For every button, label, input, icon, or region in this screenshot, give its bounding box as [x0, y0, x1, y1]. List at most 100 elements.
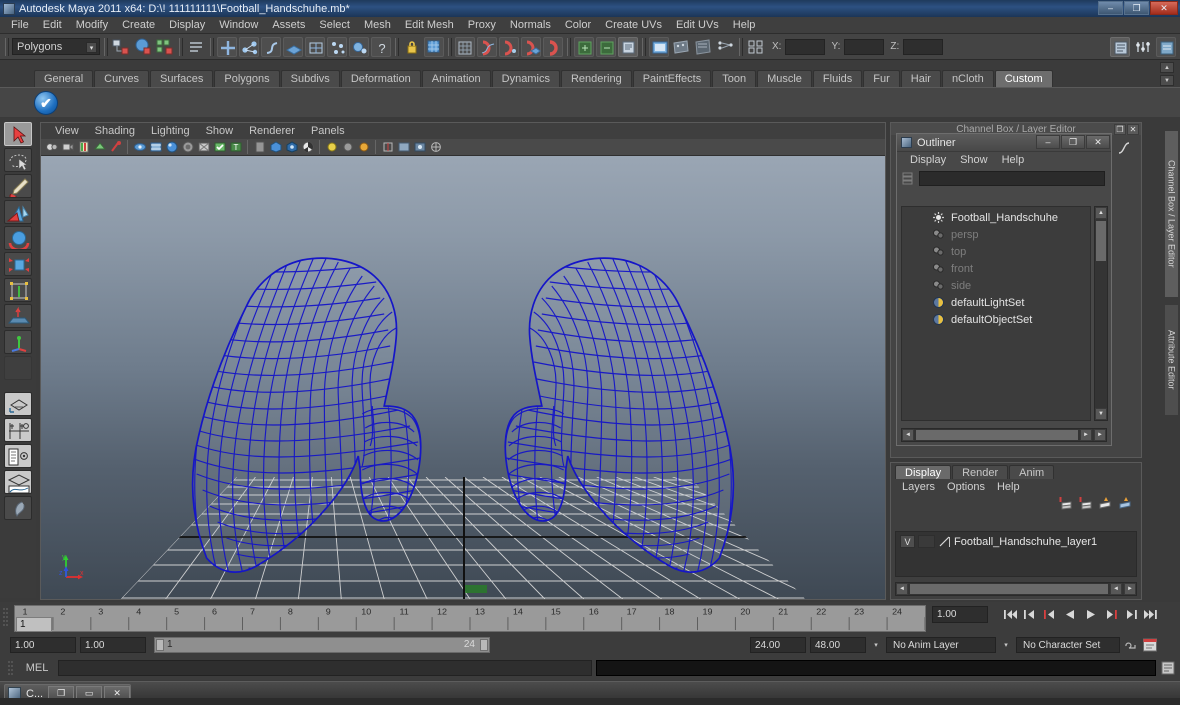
character-set-dropdown[interactable]: No Character Set	[1016, 637, 1120, 653]
show-manipulator-tool[interactable]	[4, 330, 32, 354]
layout-persp-graph[interactable]	[4, 470, 32, 494]
shelf-tab-toon[interactable]: Toon	[712, 70, 757, 87]
selection-mode-dropdown[interactable]: Polygons ▾	[12, 38, 100, 55]
anim-layer-chevron-down-icon[interactable]: ▾	[1000, 638, 1012, 652]
shelf-tab-animation[interactable]: Animation	[421, 70, 491, 87]
menu-file[interactable]: File	[4, 18, 36, 32]
scroll-right-icon[interactable]: ◄	[1110, 583, 1122, 595]
rotate-tool[interactable]	[4, 226, 32, 250]
new-layer-from-selected-icon[interactable]	[1078, 496, 1093, 510]
component-mask-icon[interactable]	[186, 37, 206, 57]
outliner-horizontal-scrollbar[interactable]: ◄ ► ►	[901, 428, 1107, 442]
chevron-down-icon[interactable]: ▾	[86, 42, 97, 53]
layer-name[interactable]: Football_Handschuhe_layer1	[954, 536, 1097, 548]
mel-label[interactable]: MEL	[20, 662, 54, 674]
shelf-tab-hair[interactable]: Hair	[900, 70, 941, 87]
outliner-menu-show[interactable]: Show	[953, 154, 995, 166]
select-joint-icon[interactable]	[239, 36, 259, 57]
play-backwards-icon[interactable]	[1062, 606, 1079, 623]
shelf-tab-fluids[interactable]: Fluids	[812, 70, 863, 87]
step-back-keyframe-icon[interactable]	[1022, 606, 1039, 623]
tab-render[interactable]: Render	[952, 465, 1009, 479]
scale-tool[interactable]	[4, 252, 32, 276]
show-attribute-editor-icon[interactable]	[1110, 37, 1130, 57]
construction-history-off-icon[interactable]	[596, 36, 616, 57]
viewport-render-icon[interactable]	[413, 140, 427, 154]
shelf-tab-curves[interactable]: Curves	[94, 70, 149, 87]
smooth-shade-icon[interactable]	[301, 140, 315, 154]
construction-history-on-icon[interactable]	[574, 36, 594, 57]
play-forwards-icon[interactable]	[1082, 606, 1099, 623]
shaded-display-icon[interactable]	[165, 140, 179, 154]
viewport-menu-panels[interactable]: Panels	[303, 125, 353, 137]
render-globals-icon[interactable]	[618, 36, 638, 57]
scrollbar-thumb[interactable]	[1096, 221, 1106, 261]
menu-color[interactable]: Color	[558, 18, 598, 32]
tab-display[interactable]: Display	[895, 465, 952, 479]
outliner-item-defaultobjectset[interactable]: defaultObjectSet	[902, 311, 1090, 328]
snap-to-curves-icon[interactable]	[477, 36, 497, 57]
shelf-tab-subdivs[interactable]: Subdivs	[280, 70, 340, 87]
camera-attributes-icon[interactable]	[61, 140, 75, 154]
shelf-tab-general[interactable]: General	[34, 70, 94, 87]
shelf-tab-surfaces[interactable]: Surfaces	[149, 70, 214, 87]
shelf-tab-dynamics[interactable]: Dynamics	[491, 70, 560, 87]
paint-select-tool[interactable]	[4, 174, 32, 198]
layer-menu-options[interactable]: Options	[941, 481, 991, 493]
coord-y-input[interactable]	[844, 38, 885, 55]
outliner-item-side[interactable]: side	[902, 277, 1090, 294]
layer-visibility-toggle[interactable]: V	[900, 535, 915, 548]
shelf-tab-custom[interactable]: Custom	[994, 70, 1053, 87]
step-forward-frame-icon[interactable]	[1102, 606, 1119, 623]
menu-create-uvs[interactable]: Create UVs	[598, 18, 669, 32]
layer-row[interactable]: V Football_Handschuhe_layer1	[896, 534, 1136, 549]
outliner-titlebar[interactable]: Outliner – ❐ ✕	[897, 134, 1111, 152]
step-back-frame-icon[interactable]	[1042, 606, 1059, 623]
layer-menu-layers[interactable]: Layers	[896, 481, 941, 493]
snap-to-grids-toggle-icon[interactable]	[424, 36, 444, 57]
viewport-3d-scene[interactable]: y x z	[41, 156, 885, 599]
menu-modify[interactable]: Modify	[69, 18, 115, 32]
render-settings-icon[interactable]	[693, 37, 713, 57]
outliner-list[interactable]: Football_Handschuhe persp top front side…	[901, 206, 1091, 421]
viewport-menu-view[interactable]: View	[47, 125, 87, 137]
tab-attribute-editor[interactable]: Attribute Editor	[1164, 304, 1179, 416]
all-lights-icon[interactable]	[341, 140, 355, 154]
menu-select[interactable]: Select	[312, 18, 357, 32]
outliner-menu-help[interactable]: Help	[995, 154, 1032, 166]
step-forward-keyframe-icon[interactable]	[1122, 606, 1139, 623]
snap-to-points-icon[interactable]	[499, 36, 519, 57]
timeline-track[interactable]: 123 456 789 10 11 12 13 14 15 16 17 18 19 20 21 …	[14, 605, 926, 632]
snap-to-view-planes-icon[interactable]	[543, 36, 563, 57]
outliner-close-button[interactable]: ✕	[1086, 135, 1110, 149]
channel-box-restore-button[interactable]: ❐	[1114, 124, 1126, 135]
hypershade-render-icon[interactable]	[715, 37, 735, 57]
menu-normals[interactable]: Normals	[503, 18, 558, 32]
xray-display-icon[interactable]	[253, 140, 267, 154]
select-by-hierarchy-icon[interactable]	[111, 37, 131, 57]
move-tool[interactable]	[4, 200, 32, 224]
snap-to-grids-icon[interactable]	[455, 36, 475, 57]
isolate-select-icon[interactable]	[381, 140, 395, 154]
scroll-up-icon[interactable]: ▲	[1095, 207, 1107, 219]
outliner-item-front[interactable]: front	[902, 260, 1090, 277]
exposure-icon[interactable]	[429, 140, 443, 154]
filter-icon[interactable]	[901, 171, 915, 185]
outliner-minimize-button[interactable]: –	[1036, 135, 1060, 149]
range-end-time-field[interactable]: 24.00	[750, 637, 806, 653]
ipr-viewport-icon[interactable]	[397, 140, 411, 154]
film-gate-icon[interactable]	[149, 140, 163, 154]
show-channel-box-icon[interactable]	[1156, 37, 1176, 57]
layer-down-icon[interactable]	[1118, 496, 1133, 510]
select-misc-icon[interactable]: ?	[371, 36, 391, 57]
range-start-time-field[interactable]: 1.00	[80, 637, 146, 653]
shelf-scroll-up-icon[interactable]: ▲	[1160, 62, 1174, 73]
scroll-right-end-icon[interactable]: ►	[1094, 429, 1106, 441]
restore-button[interactable]: ❐	[1124, 1, 1149, 15]
minimize-button[interactable]: –	[1098, 1, 1123, 15]
bookmark-icon[interactable]	[77, 140, 91, 154]
menu-help[interactable]: Help	[726, 18, 763, 32]
command-line-grip[interactable]	[6, 660, 16, 676]
shelf-scroll-down-icon[interactable]: ▼	[1160, 75, 1174, 86]
menu-proxy[interactable]: Proxy	[461, 18, 503, 32]
